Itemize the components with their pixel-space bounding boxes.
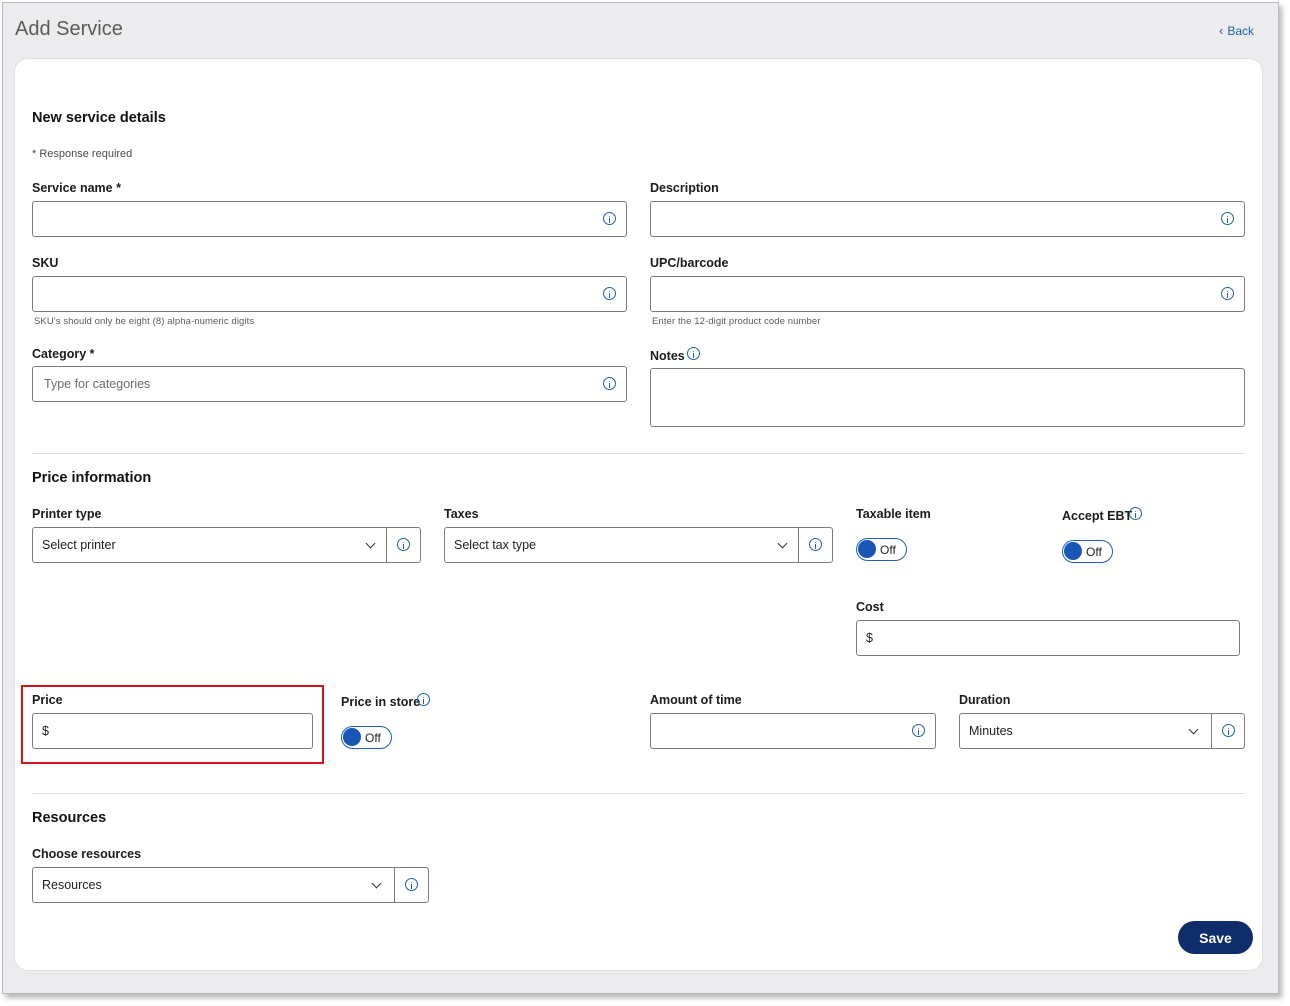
form-card: New service details * Response required …: [14, 58, 1263, 971]
duration-value: Minutes: [969, 724, 1013, 738]
amount-of-time-input[interactable]: [650, 713, 936, 749]
info-icon[interactable]: [912, 724, 925, 737]
section-heading-details: New service details: [32, 110, 166, 126]
taxes-select[interactable]: Select tax type: [444, 527, 799, 563]
price-in-store-toggle[interactable]: Off: [341, 726, 392, 749]
printer-type-value: Select printer: [42, 538, 116, 552]
accept-ebt-toggle[interactable]: Off: [1062, 540, 1113, 563]
toggle-knob: [343, 728, 361, 746]
category-placeholder: Type for categories: [44, 377, 151, 391]
printer-type-select[interactable]: Select printer: [32, 527, 387, 563]
section-divider: [32, 793, 1245, 794]
section-heading-price: Price information: [32, 470, 152, 486]
toggle-state: Off: [365, 731, 381, 745]
price-in-store-label: Price in store: [341, 695, 421, 709]
notes-label: Notes: [650, 349, 685, 363]
toggle-state: Off: [1086, 545, 1102, 559]
duration-label: Duration: [959, 693, 1011, 707]
toggle-state: Off: [880, 543, 896, 557]
taxable-item-label: Taxable item: [856, 507, 931, 521]
notes-textarea[interactable]: [650, 368, 1245, 427]
required-note: * Response required: [32, 148, 133, 160]
info-icon[interactable]: [603, 212, 616, 225]
accept-ebt-label: Accept EBT: [1062, 509, 1133, 523]
toggle-knob: [1064, 542, 1082, 560]
sku-label: SKU: [32, 256, 59, 270]
chevron-down-icon: [371, 878, 382, 889]
info-icon: [1222, 724, 1235, 737]
back-label: Back: [1227, 24, 1254, 38]
ebt-info-icon[interactable]: [1129, 507, 1142, 520]
duration-info-button[interactable]: [1211, 713, 1245, 749]
upc-input[interactable]: [650, 276, 1245, 312]
chevron-left-icon: ‹: [1218, 23, 1224, 38]
choose-resources-label: Choose resources: [32, 847, 142, 861]
printer-info-button[interactable]: [386, 527, 421, 563]
info-icon[interactable]: [603, 377, 616, 390]
cost-currency: $: [866, 631, 873, 645]
description-input[interactable]: [650, 201, 1245, 237]
back-link[interactable]: ‹ Back: [1219, 23, 1254, 38]
chevron-down-icon: [777, 538, 788, 549]
resources-select[interactable]: Resources: [32, 867, 395, 903]
chevron-down-icon: [1188, 724, 1199, 735]
category-label: Category *: [32, 347, 95, 361]
taxes-value: Select tax type: [454, 538, 536, 552]
cost-input[interactable]: $: [856, 620, 1240, 656]
service-name-label: Service name *: [32, 181, 121, 195]
taxes-info-button[interactable]: [798, 527, 833, 563]
info-icon[interactable]: [603, 287, 616, 300]
info-icon: [405, 878, 418, 891]
info-icon[interactable]: [1221, 212, 1234, 225]
notes-info-icon[interactable]: [687, 347, 700, 360]
duration-select[interactable]: Minutes: [959, 713, 1212, 749]
taxable-item-toggle[interactable]: Off: [856, 538, 907, 561]
upc-label: UPC/barcode: [650, 256, 729, 270]
save-button[interactable]: Save: [1178, 921, 1253, 954]
resources-value: Resources: [42, 878, 102, 892]
service-name-input[interactable]: [32, 201, 627, 237]
toggle-knob: [858, 540, 876, 558]
sku-hint: SKU's should only be eight (8) alpha-num…: [34, 316, 255, 327]
price-in-store-info-icon[interactable]: [417, 693, 430, 706]
chevron-down-icon: [365, 538, 376, 549]
info-icon: [397, 538, 410, 551]
page-title: Add Service: [15, 18, 123, 40]
price-highlight-box: [21, 685, 324, 764]
printer-type-label: Printer type: [32, 507, 102, 521]
amount-of-time-label: Amount of time: [650, 693, 742, 707]
upc-hint: Enter the 12-digit product code number: [652, 316, 821, 327]
section-divider: [32, 453, 1245, 454]
sku-input[interactable]: [32, 276, 627, 312]
category-input[interactable]: Type for categories: [32, 366, 627, 402]
cost-label: Cost: [856, 600, 884, 614]
info-icon: [809, 538, 822, 551]
description-label: Description: [650, 181, 719, 195]
info-icon[interactable]: [1221, 287, 1234, 300]
taxes-label: Taxes: [444, 507, 479, 521]
section-heading-resources: Resources: [32, 810, 107, 826]
resources-info-button[interactable]: [394, 867, 429, 903]
